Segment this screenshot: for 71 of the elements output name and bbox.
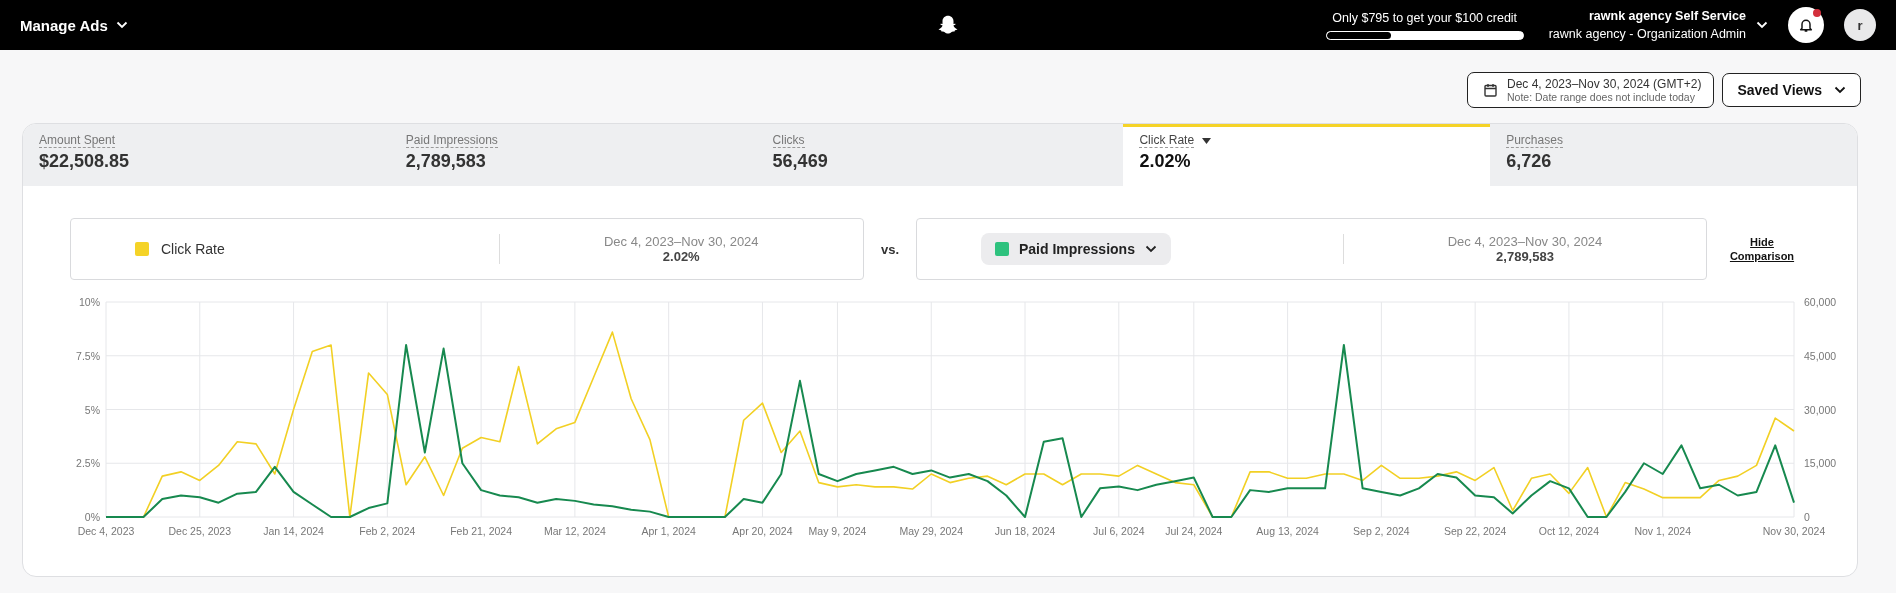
axis-label: May 9, 2024 (808, 525, 867, 537)
axis-label: Sep 22, 2024 (1443, 525, 1507, 537)
axis-label: 15,000 (1804, 457, 1837, 470)
user-avatar[interactable]: r (1844, 9, 1876, 41)
axis-label: 0 (1804, 511, 1810, 523)
metric-value: 2,789,583 (405, 151, 487, 172)
axis-label: 0% (84, 511, 100, 523)
axis-label: Feb 21, 2024 (450, 525, 513, 537)
axis-label: Jun 18, 2024 (994, 525, 1056, 537)
comparison-value: 2.02% (662, 249, 700, 264)
axis-label: 10% (79, 296, 100, 308)
credit-message: Only $795 to get your $100 credit (1332, 10, 1518, 25)
hide-comparison-link[interactable]: Hide Comparison (1729, 234, 1795, 264)
axis-label: 5% (84, 403, 100, 416)
chevron-icon (1756, 21, 1768, 29)
axis-label: 30,000 (1804, 403, 1837, 416)
axis-label: Mar 12, 2024 (543, 525, 606, 537)
axis-label: Oct 12, 2024 (1538, 525, 1599, 537)
metric-dropdown[interactable]: Paid Impressions (981, 233, 1171, 265)
axis-label: May 29, 2024 (899, 525, 964, 537)
metric-label: Purchases (1506, 133, 1563, 148)
saved-views-button[interactable]: Saved Views (1722, 73, 1861, 107)
metric-value: 6,726 (1506, 151, 1553, 172)
axis-label: 45,000 (1804, 349, 1837, 362)
metric-value: 56,469 (772, 151, 829, 172)
comparison-range: Dec 4, 2023–Nov 30, 2024 (603, 234, 759, 249)
metric-tab[interactable]: Clicks 56,469 (756, 124, 1124, 186)
metric-tab[interactable]: Amount Spent $22,508.85 (23, 124, 390, 186)
axis-label: Nov 1, 2024 (1634, 525, 1691, 537)
axis-label: Dec 25, 2023 (168, 525, 231, 537)
metric-tab[interactable]: Click Rate 2.02% (1123, 124, 1491, 186)
metric-label: Clicks (772, 133, 805, 148)
metric-label: Click Rate (1139, 133, 1195, 148)
chevron-icon (1144, 245, 1157, 253)
axis-label: 7.5% (76, 349, 100, 362)
date-range-note: Note: Date range does not include today (1507, 91, 1695, 103)
axis-label: Aug 13, 2024 (1256, 525, 1319, 537)
metric-tab[interactable]: Paid Impressions 2,789,583 (389, 124, 757, 186)
manage-ads-menu[interactable]: Manage Ads (20, 16, 128, 34)
axis-label: Jul 6, 2024 (1093, 525, 1145, 537)
axis-label: 60,000 (1804, 296, 1837, 308)
axis-label: Nov 30, 2024 (1762, 525, 1826, 537)
axis-label: 2.5% (76, 457, 100, 470)
calendar-icon (1484, 83, 1497, 97)
metric-name: Click Rate (161, 241, 225, 257)
axis-label: Dec 4, 2023 (77, 525, 135, 537)
axis-label: Jul 24, 2024 (1165, 525, 1223, 537)
account-role: rawnk agency - Organization Admin (1548, 27, 1746, 41)
notifications-button[interactable] (1788, 7, 1824, 43)
axis-label: Apr 20, 2024 (732, 525, 793, 537)
bell-icon (1798, 17, 1814, 33)
chevron-icon (1834, 86, 1846, 94)
metric-tab[interactable]: Purchases 6,726 (1490, 124, 1857, 186)
comparison-range: Dec 4, 2023–Nov 30, 2024 (1447, 234, 1603, 249)
axis-label: Jan 14, 2024 (263, 525, 324, 537)
chevron-icon (115, 21, 128, 29)
account-dropdown-button[interactable] (1756, 21, 1768, 29)
caret-icon (1202, 137, 1212, 144)
comparison-value: 2,789,583 (1496, 249, 1554, 264)
account-name: rawnk agency Self Service (1588, 9, 1746, 23)
axis-label: Feb 2, 2024 (359, 525, 416, 537)
vs-label: vs. (879, 241, 901, 257)
ghost-logo-icon (937, 14, 959, 36)
axis-label: Apr 1, 2024 (641, 525, 696, 537)
metric-label: Paid Impressions (405, 133, 498, 148)
metric-value: 2.02% (1139, 151, 1192, 172)
metric-label: Amount Spent (39, 133, 116, 148)
axis-label: Sep 2, 2024 (1353, 525, 1410, 537)
metric-value: $22,508.85 (39, 151, 131, 172)
date-range-picker[interactable]: Dec 4, 2023–Nov 30, 2024 (GMT+2) Note: Date range does not include today (1467, 72, 1715, 108)
date-range: Dec 4, 2023–Nov 30, 2024 (GMT+2) (1507, 77, 1702, 91)
